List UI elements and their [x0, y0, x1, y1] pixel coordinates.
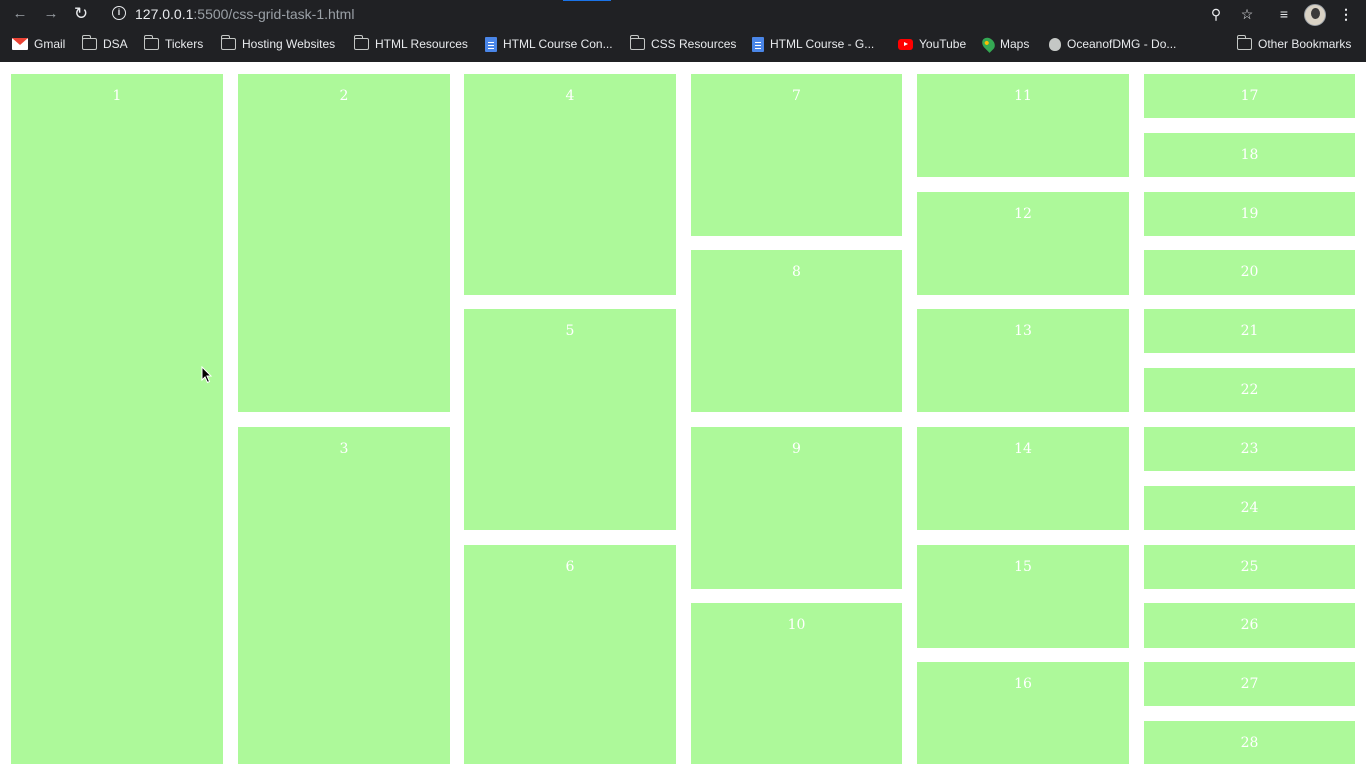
zoom-icon[interactable]: ⚲: [1206, 4, 1226, 24]
bookmark-label: HTML Resources: [375, 37, 468, 51]
profile-avatar[interactable]: [1304, 4, 1326, 26]
grid-item-14: 14: [917, 427, 1129, 530]
bookmark-tickers[interactable]: Tickers: [143, 33, 204, 55]
grid-item-26: 26: [1144, 603, 1355, 648]
grid-item-22: 22: [1144, 368, 1355, 412]
grid-item-15: 15: [917, 545, 1129, 648]
folder-icon: [353, 35, 369, 50]
google-docs-icon: [752, 36, 764, 52]
bookmark-label: Hosting Websites: [242, 37, 336, 51]
grid-item-11: 11: [917, 74, 1129, 177]
bookmark-gmail[interactable]: Gmail: [12, 33, 65, 55]
url-path: :5500/css-grid-task-1.html: [193, 6, 355, 22]
address-bar[interactable]: i 127.0.0.1:5500/css-grid-task-1.html: [104, 1, 1364, 27]
folder-icon: [143, 35, 159, 50]
youtube-icon: [898, 38, 913, 50]
bookmark-dsa[interactable]: DSA: [81, 33, 128, 55]
forward-arrow-icon[interactable]: →: [40, 4, 62, 24]
grid-item-24: 24: [1144, 486, 1355, 530]
grid-item-28: 28: [1144, 721, 1355, 764]
back-arrow-icon[interactable]: ←: [9, 4, 31, 24]
grid-item-23: 23: [1144, 427, 1355, 471]
grid-item-3: 3: [238, 427, 450, 764]
bookmark-label: HTML Course - G...: [770, 37, 875, 51]
site-info-icon[interactable]: i: [112, 6, 126, 20]
grid-item-21: 21: [1144, 309, 1355, 353]
gmail-icon: [12, 38, 28, 50]
bookmark-html-resources[interactable]: HTML Resources: [353, 33, 468, 55]
grid-item-13: 13: [917, 309, 1129, 412]
bookmark-html-course-con[interactable]: HTML Course Con...: [485, 33, 613, 55]
bookmark-label: OceanofDMG - Do...: [1067, 37, 1177, 51]
bookmarks-bar: Gmail DSA Tickers Hosting Websites HTML …: [0, 33, 1366, 55]
grid-item-2: 2: [238, 74, 450, 412]
bookmark-label: YouTube: [919, 37, 967, 51]
grid-item-19: 19: [1144, 192, 1355, 236]
grid-item-10: 10: [691, 603, 902, 764]
media-playlist-icon[interactable]: ≡: [1274, 4, 1294, 24]
browser-menu-icon[interactable]: ⋮: [1336, 4, 1356, 24]
bookmark-star-icon[interactable]: ☆: [1237, 4, 1257, 24]
page-viewport: 1 2 3 4 5 6 7 8 9 10 11 12 13 14 15 16 1…: [0, 62, 1366, 768]
bookmark-html-course-g[interactable]: HTML Course - G...: [752, 33, 874, 55]
grid-item-27: 27: [1144, 662, 1355, 706]
grid-item-7: 7: [691, 74, 902, 236]
grid-item-12: 12: [917, 192, 1129, 295]
grid-item-4: 4: [464, 74, 676, 295]
folder-icon: [1236, 35, 1252, 50]
grid-item-6: 6: [464, 545, 676, 764]
bookmark-label: Maps: [1000, 37, 1030, 51]
folder-icon: [629, 35, 645, 50]
browser-toolbar: ← → ↻ i 127.0.0.1:5500/css-grid-task-1.h…: [0, 0, 1366, 29]
grid-item-9: 9: [691, 427, 902, 589]
google-docs-icon: [485, 36, 497, 52]
grid-item-16: 16: [917, 662, 1129, 764]
bookmark-label: Other Bookmarks: [1258, 37, 1352, 51]
bookmark-css-resources[interactable]: CSS Resources: [629, 33, 737, 55]
bookmark-label: DSA: [103, 37, 128, 51]
folder-icon: [81, 35, 97, 50]
grid-item-20: 20: [1144, 250, 1355, 295]
grid-item-5: 5: [464, 309, 676, 530]
folder-icon: [220, 35, 236, 50]
url-text[interactable]: 127.0.0.1:5500/css-grid-task-1.html: [135, 6, 354, 22]
reload-icon[interactable]: ↻: [70, 4, 92, 24]
bookmark-other-bookmarks[interactable]: Other Bookmarks: [1236, 33, 1352, 55]
apple-icon: [1049, 37, 1061, 51]
bookmark-oceanofdmg[interactable]: OceanofDMG - Do...: [1049, 33, 1176, 55]
maps-pin-icon: [979, 35, 998, 53]
bookmark-label: HTML Course Con...: [503, 37, 613, 51]
grid-item-1: 1: [11, 74, 223, 764]
browser-chrome: ← → ↻ i 127.0.0.1:5500/css-grid-task-1.h…: [0, 0, 1366, 62]
bookmark-maps[interactable]: Maps: [979, 33, 1030, 55]
grid-item-8: 8: [691, 250, 902, 412]
grid-item-18: 18: [1144, 133, 1355, 177]
bookmark-label: Tickers: [165, 37, 204, 51]
bookmark-youtube[interactable]: YouTube: [898, 33, 966, 55]
bookmark-hosting-websites[interactable]: Hosting Websites: [220, 33, 336, 55]
bookmark-label: Gmail: [34, 37, 66, 51]
mouse-cursor-icon: [201, 366, 213, 384]
grid-item-25: 25: [1144, 545, 1355, 589]
grid-item-17: 17: [1144, 74, 1355, 118]
url-host: 127.0.0.1: [135, 6, 194, 22]
bookmark-label: CSS Resources: [651, 37, 737, 51]
